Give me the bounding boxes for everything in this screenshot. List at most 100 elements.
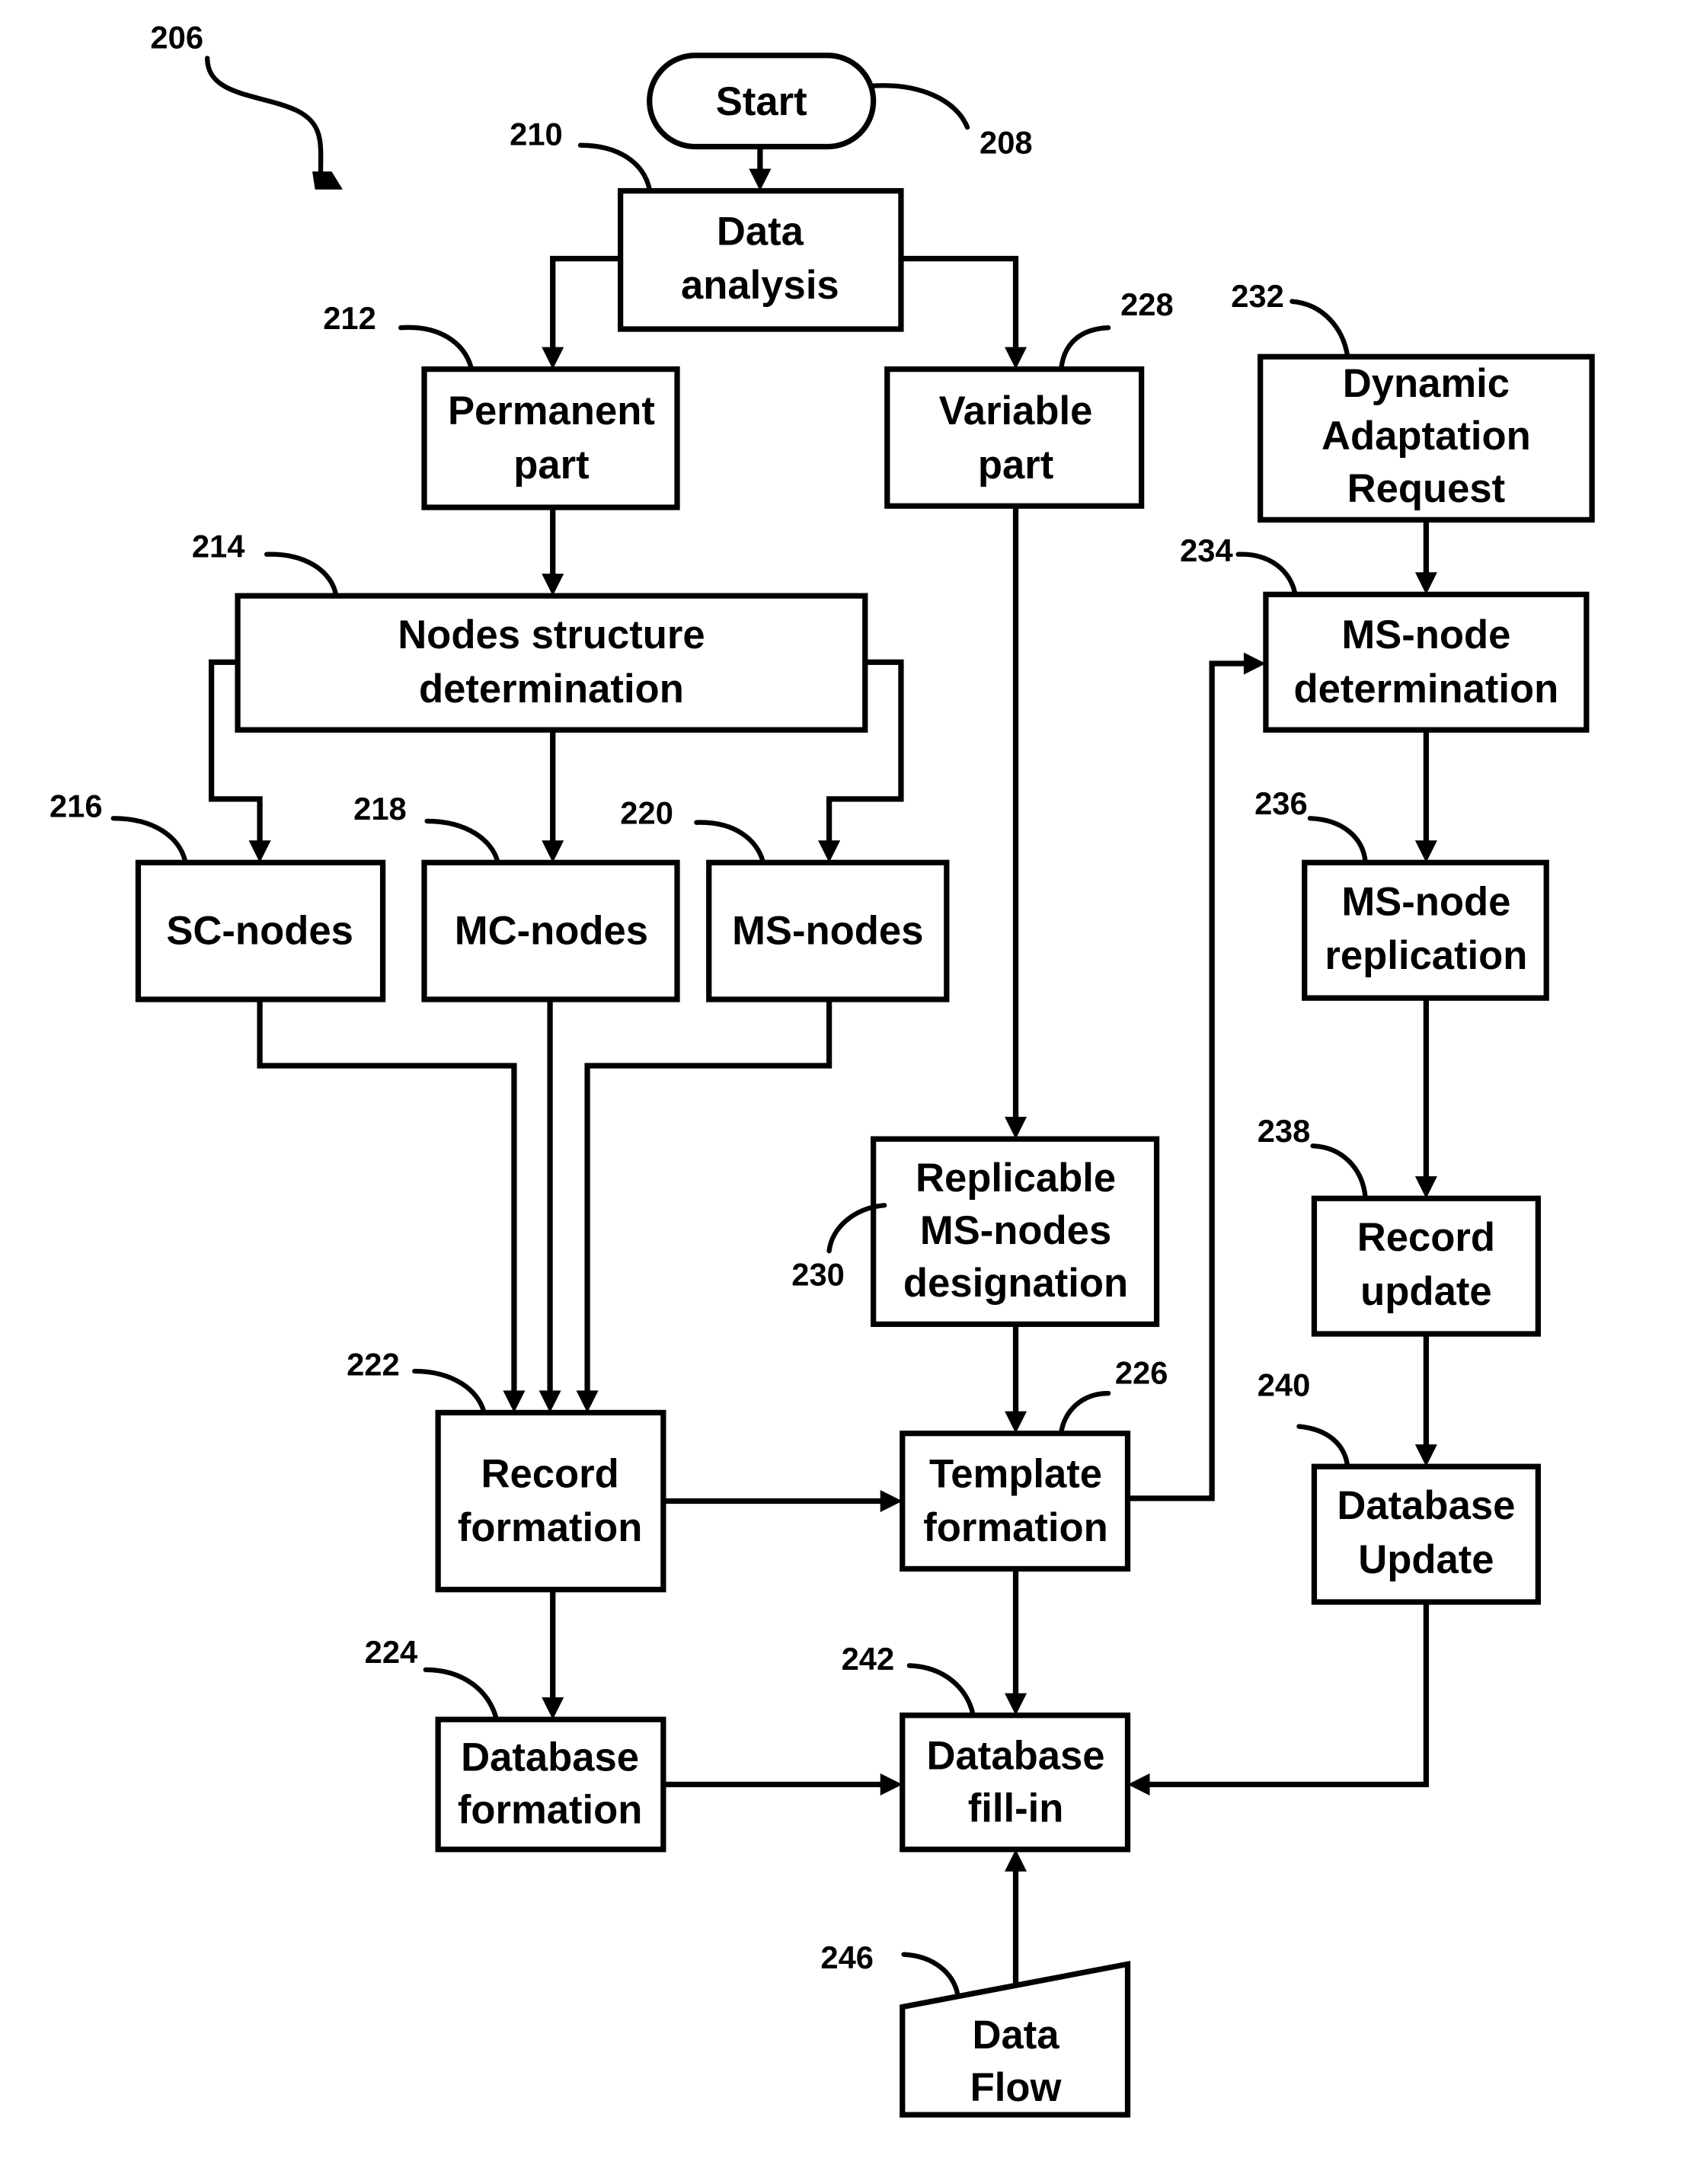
edge-database-update-fill-in [1144, 1601, 1430, 1788]
figure-ref-arrowhead-icon [312, 171, 343, 190]
figure-ref-label: 206 [150, 20, 203, 56]
node-ms-replication-line1: MS-node [1341, 879, 1510, 924]
arrowhead-down-icon [1005, 1693, 1027, 1716]
node-ms-nodes-ref: 220 [620, 795, 673, 831]
node-ms-determination-ref: 234 [1180, 532, 1233, 568]
figure-ref-leader [204, 56, 324, 180]
node-dar-ref: 232 [1231, 278, 1284, 314]
node-database-update-ref: 240 [1258, 1367, 1311, 1403]
node-data-analysis-ref: 210 [510, 117, 563, 152]
node-sc-nodes-ref: 216 [50, 788, 103, 823]
arrowhead-down-icon [818, 840, 841, 863]
node-database-update: Database Update 240 [1258, 1367, 1541, 1605]
node-database-update-line1: Database [1337, 1483, 1515, 1528]
arrowhead-down-icon [1005, 347, 1027, 369]
node-data-flow-ref: 246 [820, 1939, 874, 1975]
node-record-formation-line1: Record [481, 1451, 618, 1496]
arrowhead-down-icon [1005, 1117, 1027, 1140]
node-variable-part-line2: part [978, 443, 1053, 488]
node-permanent-part-line2: part [513, 443, 589, 488]
node-data-flow-line2: Flow [970, 2065, 1063, 2110]
node-record-formation-ref: 222 [347, 1346, 400, 1382]
arrowhead-down-icon [576, 1390, 599, 1413]
node-start: Start 208 [647, 53, 1033, 161]
node-sc-nodes: SC-nodes 216 [50, 788, 386, 1002]
arrowhead-down-icon [248, 840, 271, 863]
arrowhead-down-icon [1005, 1411, 1027, 1434]
node-nodes-structure: Nodes structure determination 214 [192, 528, 868, 733]
node-variable-part: Variable part 228 [884, 286, 1174, 509]
node-database-fill-in-line1: Database [927, 1734, 1105, 1779]
node-data-analysis-line1: Data [717, 209, 804, 254]
node-database-formation-ref: 224 [365, 1634, 418, 1670]
arrowhead-down-icon [542, 840, 564, 863]
node-mc-nodes-label: MC-nodes [455, 908, 648, 953]
arrowhead-down-icon [542, 574, 564, 596]
node-permanent-part-line1: Permanent [448, 389, 655, 433]
node-ms-replication-line2: replication [1325, 933, 1527, 978]
node-nodes-structure-line2: determination [419, 667, 684, 711]
edge-ms-record [584, 999, 833, 1396]
node-record-formation: Record formation 222 [347, 1346, 666, 1593]
node-dar-line3: Request [1347, 466, 1506, 511]
node-record-formation-line2: formation [458, 1505, 643, 1550]
node-sc-nodes-label: SC-nodes [166, 908, 353, 953]
node-data-analysis-line2: analysis [681, 263, 839, 308]
node-record-update-line2: update [1360, 1269, 1491, 1314]
node-replicable-ref: 230 [791, 1257, 845, 1293]
node-database-fill-in-line2: fill-in [968, 1786, 1064, 1831]
node-ms-node-determination: MS-node determination 234 [1180, 532, 1590, 733]
node-variable-part-ref: 228 [1120, 286, 1174, 322]
connectors [208, 146, 1430, 1987]
node-database-update-line2: Update [1358, 1537, 1494, 1582]
node-database-fill-in: Database fill-in 242 [842, 1641, 1131, 1853]
node-start-ref: 208 [980, 125, 1033, 161]
node-data-flow-line1: Data [973, 2013, 1060, 2058]
node-replicable-ms-nodes: Replicable MS-nodes designation 230 [791, 1136, 1160, 1327]
node-template-formation: Template formation 226 [900, 1354, 1168, 1572]
node-permanent-part-ref: 212 [323, 300, 376, 336]
arrowhead-down-icon [1414, 572, 1437, 595]
node-database-fill-in-ref: 242 [842, 1641, 895, 1677]
edge-data-analysis-variable [900, 255, 1019, 353]
arrowhead-down-icon [539, 1390, 561, 1413]
node-record-update: Record update 238 [1258, 1113, 1541, 1337]
arrowhead-right-icon [880, 1490, 903, 1513]
arrowhead-right-icon [880, 1773, 903, 1795]
node-nodes-structure-ref: 214 [192, 528, 245, 564]
arrowhead-down-icon [542, 1697, 564, 1720]
node-database-formation-line2: formation [458, 1787, 643, 1832]
node-ms-determination-line1: MS-node [1341, 612, 1510, 657]
node-template-formation-ref: 226 [1115, 1354, 1168, 1390]
node-dynamic-adaptation-request: Dynamic Adaptation Request 232 [1231, 278, 1595, 523]
node-ms-replication-ref: 236 [1254, 785, 1308, 821]
node-dar-line2: Adaptation [1321, 414, 1531, 459]
arrowhead-down-icon [503, 1390, 526, 1413]
node-template-formation-line1: Template [929, 1451, 1102, 1496]
node-replicable-line2: MS-nodes [920, 1208, 1111, 1253]
node-ms-nodes-label: MS-nodes [732, 908, 923, 953]
node-record-update-ref: 238 [1258, 1113, 1311, 1149]
arrowhead-down-icon [1414, 1444, 1437, 1467]
flowchart-diagram: 206 Start 208 Data analysis 210 Permanen… [50, 20, 1595, 2118]
node-ms-node-replication: MS-node replication 236 [1254, 785, 1549, 1001]
arrowhead-down-icon [1414, 1176, 1437, 1199]
arrowhead-down-icon [542, 347, 564, 369]
arrowhead-up-icon [1005, 1849, 1027, 1872]
node-ms-determination-line2: determination [1293, 667, 1558, 711]
node-dar-line1: Dynamic [1343, 361, 1510, 406]
node-start-label: Start [716, 79, 807, 124]
node-data-flow: Data Flow 246 [820, 1939, 1131, 2118]
node-replicable-line1: Replicable [916, 1156, 1116, 1201]
node-mc-nodes-ref: 218 [353, 791, 407, 827]
node-template-formation-line2: formation [923, 1505, 1108, 1550]
node-record-update-line1: Record [1357, 1215, 1495, 1260]
node-database-formation: Database formation 224 [365, 1634, 666, 1853]
node-database-formation-line1: Database [461, 1735, 639, 1779]
arrowhead-right-icon [1243, 652, 1266, 675]
arrowhead-left-icon [1127, 1773, 1150, 1795]
node-replicable-line3: designation [903, 1261, 1128, 1306]
edge-sc-record [257, 999, 517, 1396]
node-nodes-structure-line1: Nodes structure [398, 612, 705, 657]
node-variable-part-line1: Variable [939, 389, 1093, 433]
